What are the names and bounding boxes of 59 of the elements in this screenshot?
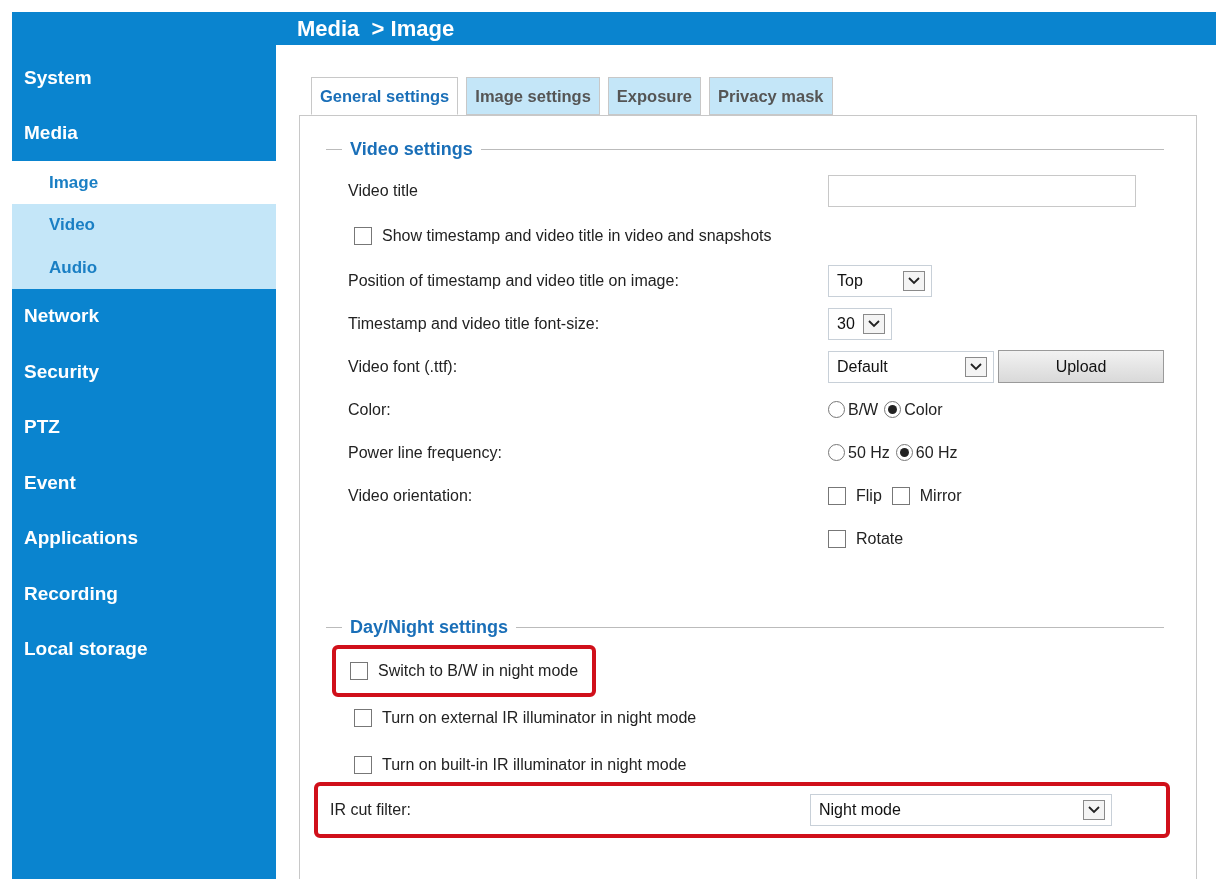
- sidebar-item[interactable]: Local storage: [12, 621, 276, 677]
- radio-label: 50 Hz: [848, 442, 890, 463]
- checkbox[interactable]: [828, 486, 846, 505]
- section-title: Day/Night settings: [350, 616, 509, 639]
- radio-button[interactable]: [828, 444, 845, 461]
- checkbox[interactable]: [354, 708, 372, 727]
- sidebar-item[interactable]: Network: [12, 288, 276, 344]
- select-field[interactable]: Top: [828, 264, 932, 297]
- tab[interactable]: Privacy mask: [709, 77, 833, 115]
- field-label: IR cut filter:: [330, 800, 411, 818]
- field-label: Video font (.ttf):: [348, 357, 458, 375]
- radio-button[interactable]: [884, 401, 902, 418]
- sidebar-item[interactable]: PTZ: [12, 399, 276, 455]
- sidebar-item[interactable]: Event: [12, 455, 276, 511]
- select-field[interactable]: Night mode: [810, 793, 1112, 826]
- page-title: Media > Image: [297, 15, 455, 43]
- tab[interactable]: General settings: [311, 77, 459, 115]
- checkbox-label: Turn on external IR illuminator in night mode: [382, 707, 697, 728]
- radio-button[interactable]: [895, 444, 913, 461]
- select-field[interactable]: Default: [828, 350, 994, 383]
- sidebar-item[interactable]: Media: [12, 105, 276, 161]
- checkbox[interactable]: [891, 486, 910, 505]
- checkbox[interactable]: [828, 529, 846, 548]
- select-value: Night mode: [819, 799, 901, 820]
- radio-label: B/W: [848, 399, 879, 420]
- select-value: 30: [837, 313, 855, 334]
- checkbox[interactable]: [354, 755, 372, 774]
- sidebar-item[interactable]: Security: [12, 344, 276, 400]
- sidebar-item[interactable]: Recording: [12, 566, 276, 622]
- sidebar-item[interactable]: Applications: [12, 510, 276, 566]
- checkbox[interactable]: [354, 226, 372, 245]
- field-label: Position of timestamp and video title on image:: [348, 271, 679, 289]
- section-title: Video settings: [350, 138, 473, 161]
- tab[interactable]: Exposure: [607, 77, 702, 115]
- field-label: Timestamp and video title font-size:: [348, 314, 600, 332]
- select-value: Default: [837, 356, 888, 377]
- checkbox[interactable]: [350, 661, 368, 680]
- field-label: Power line frequency:: [348, 443, 502, 461]
- field-label: Video title: [348, 181, 418, 199]
- radio-label: 60 Hz: [915, 442, 958, 463]
- checkbox-label: Mirror: [919, 485, 962, 506]
- select-value: Top: [837, 270, 863, 291]
- sidebar-subitem[interactable]: Image: [12, 161, 276, 204]
- checkbox-label: Show timestamp and video title in video and snapshots: [382, 225, 772, 246]
- text-field[interactable]: [828, 174, 1136, 207]
- checkbox-label: Rotate: [856, 528, 904, 549]
- sidebar-subitem[interactable]: Audio: [12, 246, 276, 289]
- sidebar-subitem[interactable]: Video: [12, 203, 276, 246]
- upload-button[interactable]: Upload: [998, 350, 1164, 383]
- checkbox-label: Switch to B/W in night mode: [378, 660, 579, 681]
- checkbox-label: Flip: [856, 485, 882, 506]
- sidebar-item[interactable]: System: [12, 50, 276, 106]
- radio-label: Color: [904, 399, 943, 420]
- select-field[interactable]: 30: [828, 307, 892, 340]
- checkbox-label: Turn on built-in IR illuminator in night mode: [382, 754, 687, 775]
- field-label: Color:: [348, 400, 391, 418]
- radio-button[interactable]: [828, 401, 845, 418]
- tab[interactable]: Image settings: [466, 77, 600, 115]
- field-label: Video orientation:: [348, 486, 473, 504]
